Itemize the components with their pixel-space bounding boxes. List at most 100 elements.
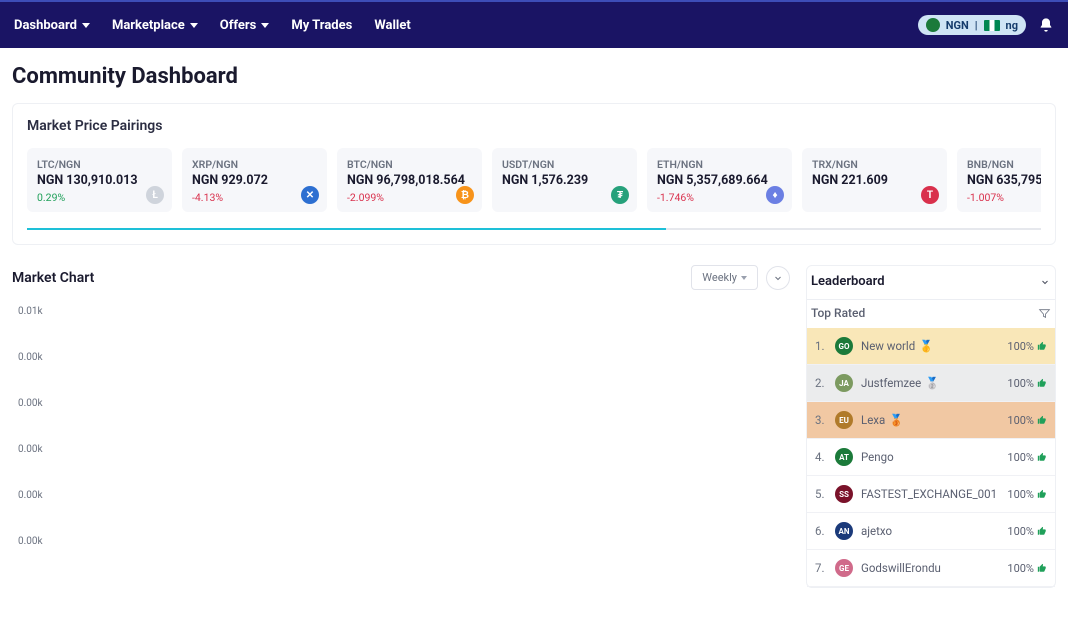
coin-icon: ₮ — [611, 186, 629, 204]
leaderboard-row[interactable]: 1. GO New world 🥇 100% — [807, 328, 1055, 365]
pair-price: NGN 929.072 — [192, 173, 317, 188]
avatar: SS — [835, 485, 853, 503]
nav-wallet[interactable]: Wallet — [374, 18, 410, 33]
user-name: New world 🥇 — [861, 339, 999, 353]
coin-icon: T — [921, 186, 939, 204]
leaderboard-row[interactable]: 4.ATPengo100% — [807, 439, 1055, 476]
chart-expand-button[interactable] — [766, 266, 790, 290]
nav-label: Marketplace — [112, 18, 185, 33]
rank: 3. — [815, 413, 827, 427]
pair-card[interactable]: ETH/NGNNGN 5,357,689.664-1.746%♦ — [647, 148, 792, 212]
pair-price: NGN 635,795.2 — [967, 173, 1041, 188]
nav-dashboard[interactable]: Dashboard — [14, 18, 90, 33]
thumbs-up-icon — [1037, 526, 1047, 536]
pairings-title: Market Price Pairings — [27, 118, 1041, 134]
bell-icon[interactable] — [1038, 17, 1054, 33]
medal-icon: 🥉 — [889, 413, 903, 427]
medal-icon: 🥇 — [919, 339, 933, 353]
score: 100% — [1007, 562, 1047, 575]
rank: 1. — [815, 339, 827, 353]
leaderboard-row[interactable]: 6. AN ajetxo 100% — [807, 513, 1055, 550]
pair-name: BNB/NGN — [967, 158, 1041, 171]
chevron-down-icon — [261, 23, 269, 28]
pair-card[interactable]: XRP/NGN NGN 929.072 -4.13%✕ — [182, 148, 327, 212]
top-navbar: Dashboard Marketplace Offers My Trades W… — [0, 0, 1068, 48]
avatar: JA — [835, 374, 853, 392]
y-axis-tick: 0.00k — [18, 444, 790, 490]
pair-price: NGN 1,576.239 — [502, 173, 627, 188]
nav-my-trades[interactable]: My Trades — [291, 18, 352, 33]
y-axis-tick: 0.00k — [18, 536, 790, 582]
thumbs-up-icon — [1037, 378, 1047, 388]
main-row: Market Chart Weekly 0.01k0.00k0.00k0.00k… — [12, 265, 1056, 588]
pairings-card: Market Price Pairings LTC/NGNNGN 130,910… — [12, 103, 1056, 245]
nav-marketplace[interactable]: Marketplace — [112, 18, 198, 33]
range-selector[interactable]: Weekly — [691, 265, 758, 290]
leaderboard-header[interactable]: Leaderboard — [807, 266, 1055, 299]
filter-icon[interactable] — [1038, 307, 1051, 320]
pair-change: -1.007% — [967, 191, 1041, 204]
pair-name: XRP/NGN — [192, 158, 317, 171]
leaderboard-row[interactable]: 2.JAJustfemzee 🥈100% — [807, 365, 1055, 402]
pair-card[interactable]: BTC/NGNNGN 96,798,018.564-2.099%₿ — [337, 148, 482, 212]
chart-title: Market Chart — [12, 270, 94, 286]
scroll-indicator — [27, 228, 1041, 230]
chart-area: 0.01k0.00k0.00k0.00k0.00k0.00k — [12, 306, 790, 582]
y-axis-tick: 0.00k — [18, 398, 790, 444]
divider: | — [975, 19, 978, 32]
pair-change: -1.746% — [657, 191, 782, 204]
avatar: AT — [835, 448, 853, 466]
thumbs-up-icon — [1037, 563, 1047, 573]
nav-menu: Dashboard Marketplace Offers My Trades W… — [14, 18, 411, 33]
nav-label: Wallet — [374, 18, 410, 33]
score: 100% — [1007, 525, 1047, 538]
leaderboard-row[interactable]: 5.SSFASTEST_EXCHANGE_001100% — [807, 476, 1055, 513]
score: 100% — [1007, 340, 1047, 353]
currency-selector[interactable]: NGN | ng — [918, 15, 1026, 35]
coin-icon: ₿ — [456, 186, 474, 204]
score: 100% — [1007, 414, 1047, 427]
nav-label: My Trades — [291, 18, 352, 33]
chevron-down-icon — [82, 23, 90, 28]
pair-name: ETH/NGN — [657, 158, 782, 171]
pair-change: -4.13% — [192, 191, 317, 204]
flag-icon — [984, 20, 1000, 31]
leaderboard-card: Leaderboard Top Rated 1. GO New world 🥇 100… — [806, 265, 1056, 588]
avatar: GO — [835, 337, 853, 355]
leaderboard-row[interactable]: 3. EU Lexa 🥉 100% — [807, 402, 1055, 439]
chart-controls: Weekly — [691, 265, 790, 290]
pairings-row[interactable]: LTC/NGNNGN 130,910.0130.29%Ł XRP/NGN NGN 9… — [27, 148, 1041, 218]
coin-icon: ♦ — [766, 186, 784, 204]
user-name: ajetxo — [861, 524, 999, 538]
leaderboard-rows: 1.GONew world 🥇100%2.JAJustfemzee 🥈100%3… — [807, 328, 1055, 587]
chevron-down-icon — [190, 23, 198, 28]
pair-name: USDT/NGN — [502, 158, 627, 171]
chevron-down-icon — [741, 276, 747, 280]
leaderboard-row[interactable]: 7. GE GodswillErondu 100% — [807, 550, 1055, 587]
coin-icon: ✕ — [301, 186, 319, 204]
nav-offers[interactable]: Offers — [220, 18, 270, 33]
chart-header: Market Chart Weekly — [12, 265, 790, 290]
rank: 7. — [815, 561, 827, 575]
user-name: GodswillErondu — [861, 561, 999, 575]
pair-price: NGN 96,798,018.564 — [347, 173, 472, 188]
leaderboard-subtitle: Top Rated — [811, 306, 865, 320]
page-body: Community Dashboard Market Price Pairing… — [0, 48, 1068, 604]
locale-code: ng — [1006, 19, 1018, 32]
score: 100% — [1007, 377, 1047, 390]
chevron-down-icon — [1039, 276, 1051, 288]
pair-card[interactable]: USDT/NGN NGN 1,576.239₮ — [492, 148, 637, 212]
avatar: GE — [835, 559, 853, 577]
pair-card[interactable]: LTC/NGNNGN 130,910.0130.29%Ł — [27, 148, 172, 212]
y-axis-tick: 0.01k — [18, 306, 790, 352]
leaderboard-subheader: Top Rated — [807, 300, 1055, 328]
rank: 6. — [815, 524, 827, 538]
nav-label: Dashboard — [14, 18, 77, 33]
avatar: AN — [835, 522, 853, 540]
avatar: EU — [835, 411, 853, 429]
nav-label: Offers — [220, 18, 257, 33]
pair-card[interactable]: TRX/NGNNGN 221.609T — [802, 148, 947, 212]
user-name: Lexa 🥉 — [861, 413, 999, 427]
pair-card[interactable]: BNB/NGN NGN 635,795.2 -1.007% — [957, 148, 1041, 212]
thumbs-up-icon — [1037, 452, 1047, 462]
